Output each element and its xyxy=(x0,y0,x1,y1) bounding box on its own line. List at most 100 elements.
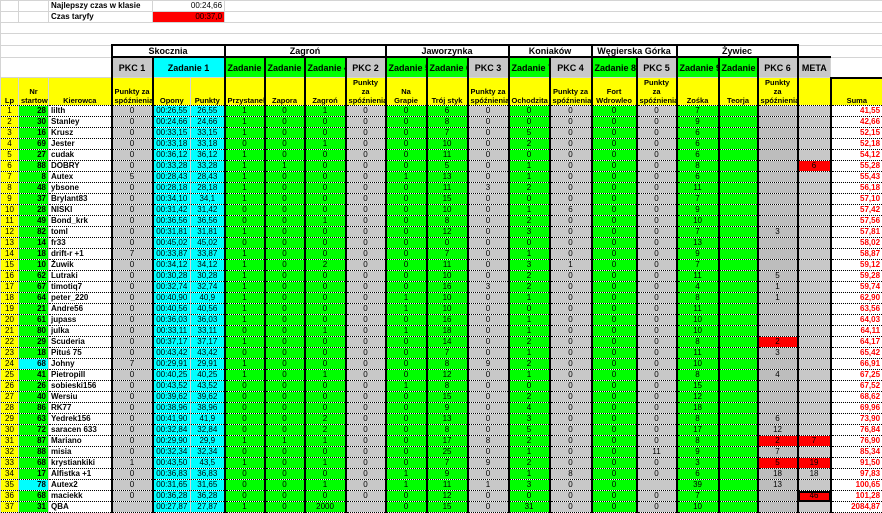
cell-pkc3-penalty[interactable]: 0 xyxy=(468,117,509,128)
cell-zoska[interactable]: 3 xyxy=(677,458,719,469)
cell-pkc2-penalty[interactable]: 0 xyxy=(346,183,386,194)
cell-start-number[interactable]: 63 xyxy=(19,414,49,425)
cell[interactable] xyxy=(1,57,112,78)
cell-ochodzita[interactable]: 1 xyxy=(509,172,550,183)
cell-pkc2-penalty[interactable]: 0 xyxy=(346,106,386,117)
cell-driver-name[interactable]: Stanley xyxy=(49,117,112,128)
cell-na-grapie[interactable]: 1 xyxy=(386,469,427,480)
cell-meta[interactable] xyxy=(798,282,831,293)
cell-zagron[interactable]: 1 xyxy=(305,458,346,469)
cell-pkc6-penalty[interactable] xyxy=(758,392,798,403)
cell-fort-wdrowleo[interactable]: 0 xyxy=(592,139,637,150)
cell[interactable] xyxy=(1,1,19,12)
cell-suma[interactable]: 59,74 xyxy=(831,282,882,293)
cell-opony-points[interactable]: 33,28 xyxy=(191,161,225,172)
cell-zoska[interactable]: 8 xyxy=(677,436,719,447)
cell-przystanek[interactable]: 1 xyxy=(225,304,265,315)
cell-zapora[interactable]: 0 xyxy=(265,249,305,260)
cell-pkc6-penalty[interactable]: 3 xyxy=(758,348,798,359)
cell-pkc3-penalty[interactable]: 0 xyxy=(468,469,509,480)
cell-meta[interactable] xyxy=(798,425,831,436)
cell-pkc2-penalty[interactable]: 0 xyxy=(346,293,386,304)
cell-przystanek[interactable]: 0 xyxy=(225,403,265,414)
cell-pkc5-penalty[interactable]: 0 xyxy=(637,282,677,293)
cell-pkc2-penalty[interactable]: 0 xyxy=(346,128,386,139)
cell-trojstyk[interactable]: 10 xyxy=(427,304,468,315)
cell-zapora[interactable]: 0 xyxy=(265,150,305,161)
cell-pkc2-penalty[interactable]: 0 xyxy=(346,436,386,447)
cell-teorja[interactable] xyxy=(719,381,758,392)
cell-zoska[interactable]: 6 xyxy=(677,172,719,183)
cell-trojstyk[interactable]: 10 xyxy=(427,139,468,150)
cell-pkc5-penalty[interactable]: 0 xyxy=(637,381,677,392)
cell-zoska[interactable]: 15 xyxy=(677,381,719,392)
cell-lp[interactable]: 17 xyxy=(1,282,19,293)
cell-pkc1-penalty[interactable]: 0 xyxy=(112,227,153,238)
cell-pkc2-penalty[interactable]: 0 xyxy=(346,458,386,469)
cell-pkc2-penalty[interactable]: 0 xyxy=(346,315,386,326)
cell-meta[interactable] xyxy=(798,260,831,271)
cell-zagron[interactable]: 0 xyxy=(305,491,346,502)
cell-suma[interactable]: 59,28 xyxy=(831,271,882,282)
cell-pkc2-penalty[interactable]: 0 xyxy=(346,403,386,414)
cell-opony-time[interactable]: 00:43,52 xyxy=(153,381,191,392)
cell-teorja[interactable] xyxy=(719,315,758,326)
cell-teorja[interactable] xyxy=(719,282,758,293)
cell-na-grapie[interactable]: 0 xyxy=(386,128,427,139)
cell-meta[interactable]: 6 xyxy=(798,161,831,172)
cell-zagron[interactable]: 0 xyxy=(305,227,346,238)
cell-pkc6-penalty[interactable] xyxy=(758,161,798,172)
cell-teorja[interactable] xyxy=(719,414,758,425)
cell-teorja[interactable] xyxy=(719,447,758,458)
cell-driver-name[interactable]: QBA xyxy=(49,502,112,513)
cell-teorja[interactable] xyxy=(719,337,758,348)
cell-pkc1-penalty[interactable]: 1 xyxy=(112,458,153,469)
cell-fort-wdrowleo[interactable]: 0 xyxy=(592,161,637,172)
cell-pkc1-penalty[interactable]: 7 xyxy=(112,249,153,260)
cell-start-number[interactable]: 72 xyxy=(19,425,49,436)
cell-opony-time[interactable]: 00:36,83 xyxy=(153,469,191,480)
cell-zapora[interactable]: 0 xyxy=(265,117,305,128)
cell-lp[interactable]: 20 xyxy=(1,315,19,326)
cell-zoska[interactable]: 10 xyxy=(677,326,719,337)
cell-zagron[interactable]: 1 xyxy=(305,326,346,337)
cell-zagron[interactable]: 0 xyxy=(305,293,346,304)
cell-suma[interactable]: 85,34 xyxy=(831,447,882,458)
cell-pkc5-penalty[interactable]: 0 xyxy=(637,436,677,447)
cell-ochodzita[interactable]: 0 xyxy=(509,150,550,161)
cell-meta[interactable] xyxy=(798,205,831,216)
cell-zagron[interactable]: 2 xyxy=(305,260,346,271)
cell-meta[interactable] xyxy=(798,315,831,326)
cell-pkc1-penalty[interactable]: 0 xyxy=(112,392,153,403)
cell-pkc6-penalty[interactable]: 6 xyxy=(758,414,798,425)
cell-start-number[interactable]: 28 xyxy=(19,205,49,216)
cell-opony-time[interactable]: 00:36,03 xyxy=(153,315,191,326)
cell-ochodzita[interactable]: 4 xyxy=(509,403,550,414)
cell-pkc4-penalty[interactable]: 0 xyxy=(550,491,592,502)
cell-lp[interactable]: 25 xyxy=(1,370,19,381)
cell-trojstyk[interactable]: 11 xyxy=(427,480,468,491)
cell-ochodzita[interactable]: 3 xyxy=(509,227,550,238)
cell-pkc3-penalty[interactable]: 3 xyxy=(468,183,509,194)
cell-pkc2-penalty[interactable]: 0 xyxy=(346,216,386,227)
cell-zoska[interactable]: 4 xyxy=(677,282,719,293)
cell-pkc4-penalty[interactable]: 0 xyxy=(550,117,592,128)
cell-driver-name[interactable]: peter_220 xyxy=(49,293,112,304)
cell-driver-name[interactable]: Żuwik xyxy=(49,260,112,271)
cell-trojstyk[interactable]: 16 xyxy=(427,282,468,293)
cell-pkc4-penalty[interactable]: 0 xyxy=(550,425,592,436)
cell-pkc1-penalty[interactable]: 0 xyxy=(112,238,153,249)
cell-ochodzita[interactable]: 2 xyxy=(509,216,550,227)
cell-zoska[interactable]: 10 xyxy=(677,216,719,227)
cell-zoska[interactable]: 9 xyxy=(677,447,719,458)
cell-suma[interactable]: 55,28 xyxy=(831,161,882,172)
cell-start-number[interactable]: 86 xyxy=(19,403,49,414)
cell-pkc5-penalty[interactable]: 0 xyxy=(637,403,677,414)
cell-pkc4-penalty[interactable]: 0 xyxy=(550,293,592,304)
cell-pkc1-penalty[interactable]: 0 xyxy=(112,447,153,458)
cell-trojstyk[interactable]: 8 xyxy=(427,216,468,227)
cell-zapora[interactable]: 0 xyxy=(265,502,305,513)
cell-pkc2-penalty[interactable]: 0 xyxy=(346,491,386,502)
cell-pkc5-penalty[interactable]: 0 xyxy=(637,183,677,194)
cell-pkc3-penalty[interactable]: 0 xyxy=(468,150,509,161)
